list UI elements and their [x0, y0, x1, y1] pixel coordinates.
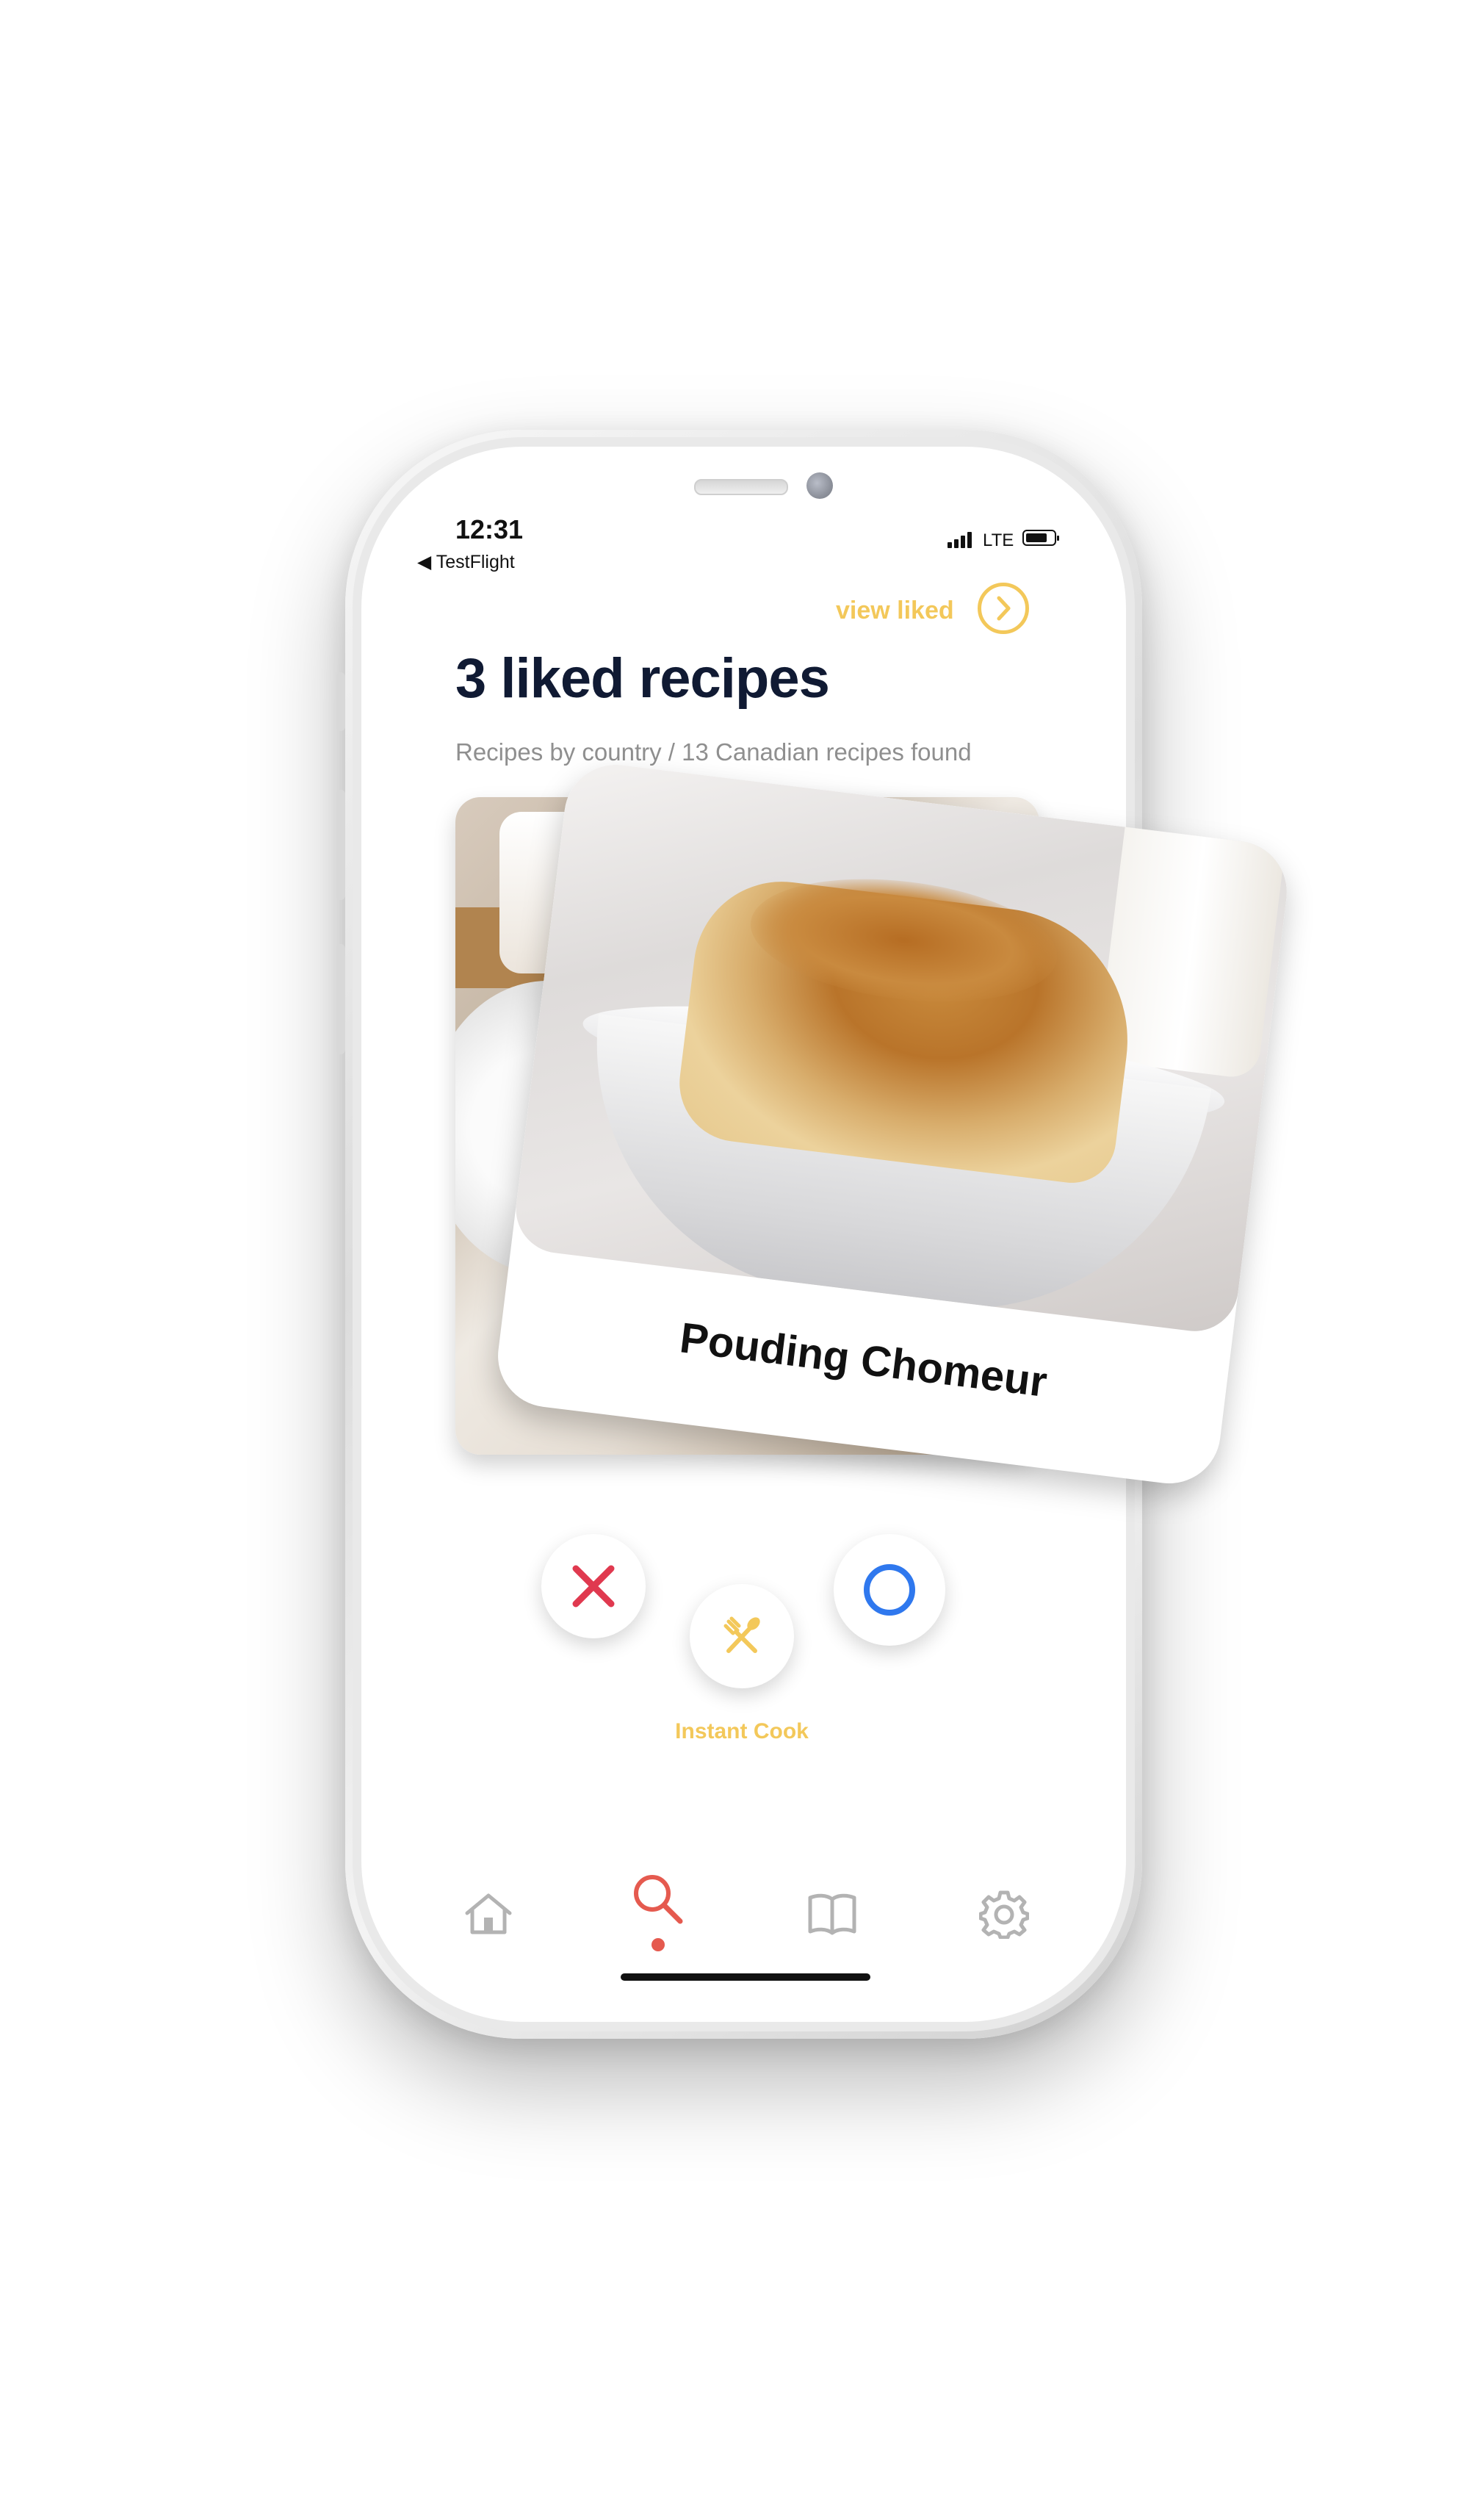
nav-home[interactable] — [459, 1884, 518, 1943]
circle-icon — [864, 1564, 915, 1616]
view-liked-button[interactable] — [978, 583, 1029, 634]
utensils-icon — [723, 1616, 760, 1653]
front-camera — [806, 472, 833, 499]
chevron-right-icon — [997, 596, 1011, 621]
search-icon — [634, 1875, 683, 1924]
side-button-volume-down — [336, 944, 345, 1054]
x-icon — [572, 1565, 615, 1608]
results-subtitle: Recipes by country / 13 Canadian recipes… — [455, 738, 972, 766]
gear-icon — [979, 1890, 1029, 1939]
network-type: LTE — [983, 530, 1014, 550]
speaker-grille — [694, 479, 788, 495]
like-button[interactable] — [834, 1534, 945, 1646]
view-liked-link[interactable]: view liked — [836, 597, 954, 625]
dislike-button[interactable] — [541, 1534, 646, 1638]
book-icon — [808, 1893, 856, 1935]
instant-cook-button[interactable] — [690, 1584, 794, 1688]
nav-active-indicator — [652, 1938, 665, 1951]
home-icon — [465, 1893, 512, 1934]
nav-settings[interactable] — [975, 1884, 1033, 1943]
recipe-card[interactable]: Pouding Chomeur — [492, 758, 1293, 1490]
page-title: 3 liked recipes — [455, 647, 830, 710]
recipe-photo — [510, 758, 1293, 1336]
side-button-mute — [336, 672, 345, 731]
back-to-app-link[interactable]: ◀ TestFlight — [417, 551, 515, 573]
nav-recipes[interactable] — [803, 1884, 862, 1943]
instant-cook-label: Instant Cook — [675, 1719, 809, 1743]
nav-search[interactable] — [629, 1870, 687, 1929]
home-indicator[interactable] — [621, 1973, 870, 1981]
battery-icon — [1022, 530, 1059, 546]
status-time: 12:31 — [455, 514, 524, 544]
signal-icon — [948, 532, 972, 548]
side-button-volume-up — [336, 790, 345, 900]
